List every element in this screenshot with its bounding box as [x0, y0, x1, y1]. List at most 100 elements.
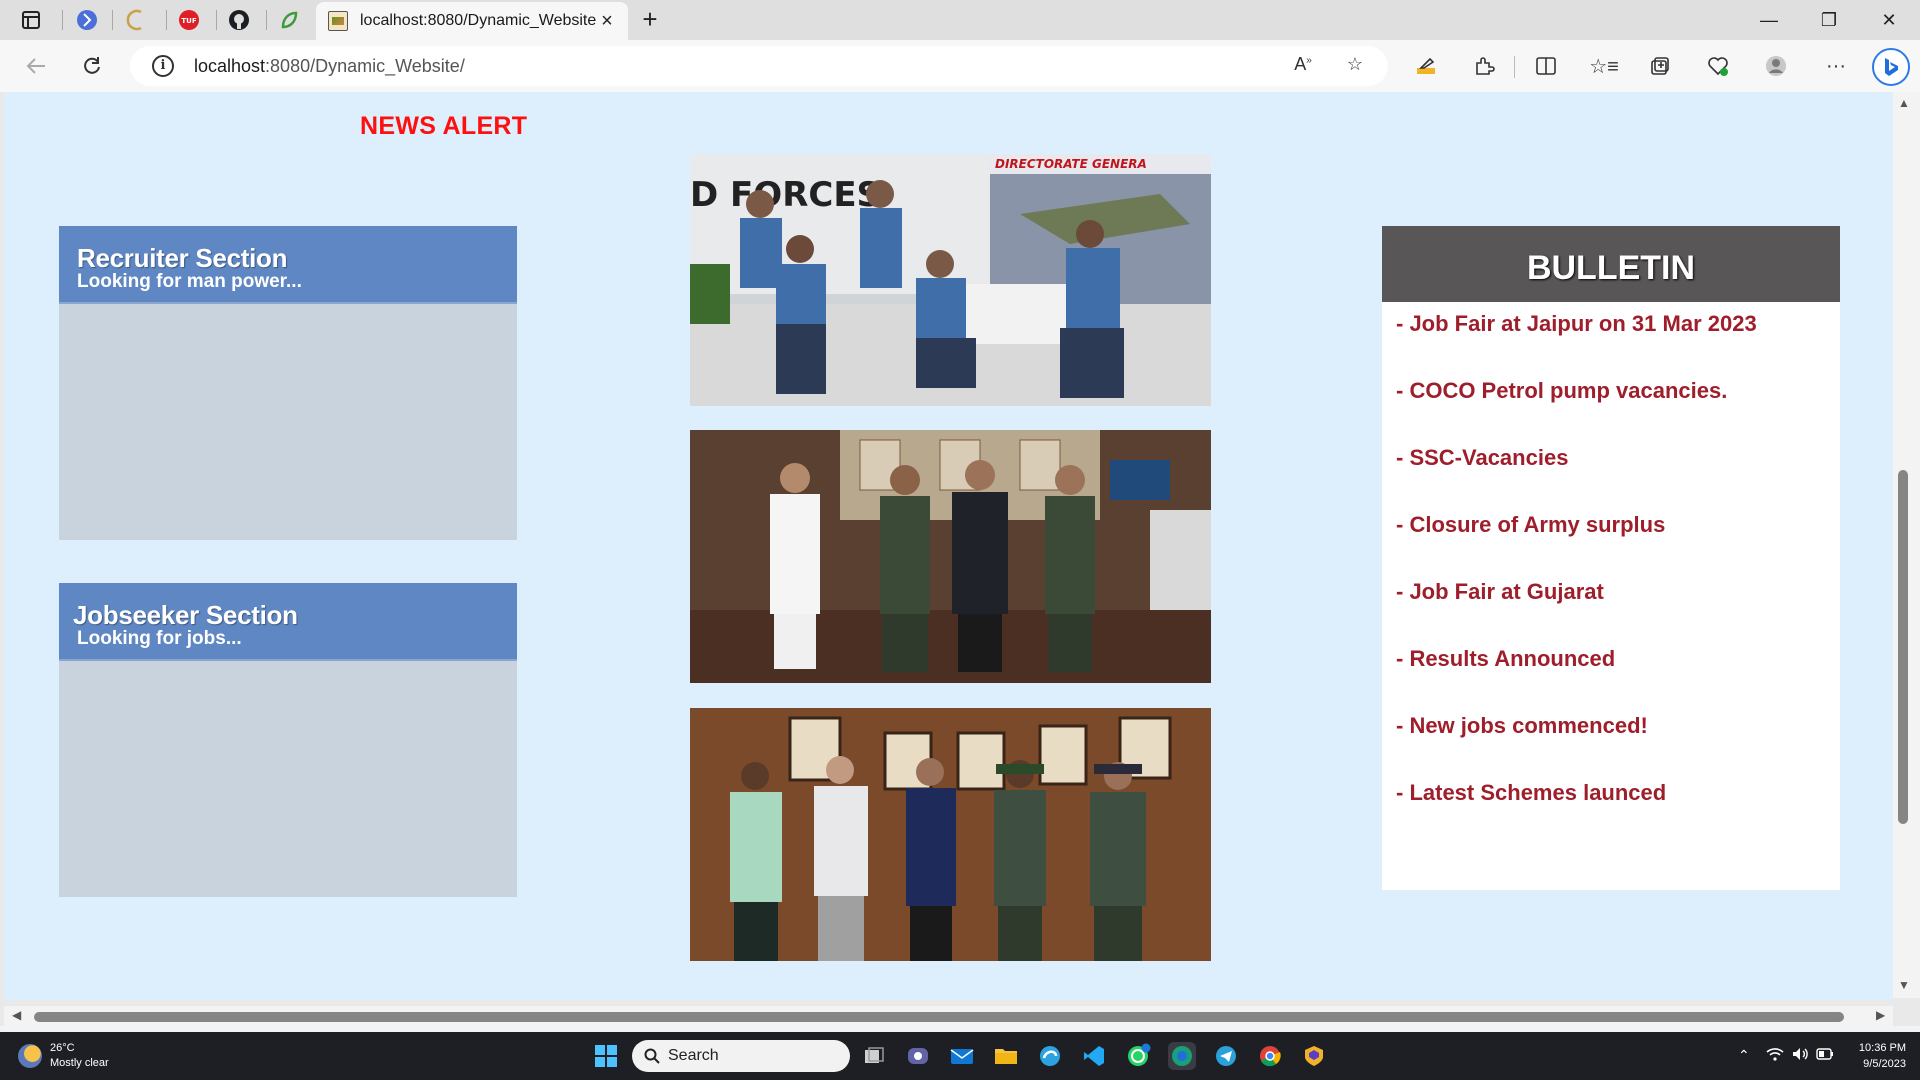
- horizontal-scroll-thumb[interactable]: [34, 1012, 1844, 1022]
- bulletin-item[interactable]: - Job Fair at Gujarat: [1396, 581, 1840, 649]
- jobseeker-section[interactable]: Jobseeker Section Looking for jobs...: [59, 583, 517, 897]
- favorites-list-icon[interactable]: ☆≡: [1588, 50, 1620, 82]
- scroll-right-arrow-icon[interactable]: ▶: [1876, 1008, 1885, 1022]
- jobseeker-section-title: Jobseeker Section: [73, 600, 298, 630]
- back-arrow-icon[interactable]: [20, 50, 52, 82]
- pinned-tab-loading-icon[interactable]: [122, 6, 152, 34]
- recruiter-section[interactable]: Recruiter Section Looking for man power.…: [59, 226, 517, 540]
- battery-icon[interactable]: [1816, 1047, 1834, 1063]
- weather-temp: 26°C: [50, 1042, 75, 1054]
- task-view-icon[interactable]: [860, 1042, 888, 1070]
- url-path: :8080/Dynamic_Website/: [265, 55, 465, 76]
- bulletin-item[interactable]: - New jobs commenced!: [1396, 715, 1840, 783]
- volume-icon[interactable]: [1792, 1047, 1810, 1064]
- favorite-star-icon[interactable]: ☆: [1342, 54, 1368, 78]
- toolbar-divider: [1514, 56, 1515, 78]
- pinned-tab-leaf-icon[interactable]: [274, 6, 304, 34]
- vertical-scrollbar[interactable]: ▲ ▼: [1893, 92, 1920, 998]
- minimize-button[interactable]: —: [1746, 6, 1792, 34]
- taskbar-search[interactable]: Search: [632, 1040, 850, 1072]
- scroll-down-arrow-icon[interactable]: ▼: [1897, 978, 1911, 992]
- new-tab-button[interactable]: +: [636, 6, 664, 34]
- show-hidden-icons-icon[interactable]: ⌃: [1738, 1047, 1750, 1064]
- teams-chat-icon[interactable]: [904, 1042, 932, 1070]
- bulletin-item[interactable]: - Results Announced: [1396, 648, 1840, 716]
- bulletin-item[interactable]: - Closure of Army surplus: [1396, 514, 1840, 582]
- shield-app-icon[interactable]: [1300, 1042, 1328, 1070]
- tab-close-button[interactable]: ×: [596, 10, 618, 33]
- site-favicon-icon: [328, 11, 348, 31]
- bulletin-item[interactable]: - Latest Schemes launced: [1396, 782, 1840, 850]
- settings-more-icon[interactable]: ···: [1820, 50, 1852, 82]
- edge-active-icon[interactable]: [1168, 1042, 1196, 1070]
- pinned-tab-github-icon[interactable]: [224, 6, 254, 34]
- tab-strip: TUF localhost:8080/Dynamic_Website/ × + …: [0, 0, 1920, 40]
- jobseeker-section-subtitle: Looking for jobs...: [77, 628, 242, 649]
- jobseeker-section-header[interactable]: Jobseeker Section Looking for jobs...: [59, 583, 517, 661]
- whatsapp-icon[interactable]: [1124, 1042, 1152, 1070]
- bulletin-title: BULLETIN: [1382, 226, 1840, 302]
- page-viewport: NEWS ALERT Recruiter Section Looking for…: [4, 92, 1893, 1000]
- photo-officers-group-portraits: [690, 708, 1211, 961]
- file-explorer-icon[interactable]: [992, 1042, 1020, 1070]
- pinned-tab-tuf-icon[interactable]: TUF: [174, 6, 204, 34]
- search-icon: [644, 1048, 660, 1064]
- read-aloud-icon[interactable]: A»: [1290, 54, 1316, 78]
- recruiter-section-title: Recruiter Section: [77, 243, 288, 273]
- telegram-icon[interactable]: [1212, 1042, 1240, 1070]
- bulletin-item[interactable]: - SSC-Vacancies: [1396, 447, 1840, 515]
- url-text[interactable]: localhost:8080/Dynamic_Website/: [194, 56, 465, 77]
- bulletin-panel: BULLETIN - Job Fair at Jaipur on 31 Mar …: [1382, 226, 1840, 890]
- recruiter-section-header[interactable]: Recruiter Section Looking for man power.…: [59, 226, 517, 304]
- url-host: localhost: [194, 55, 266, 76]
- browser-essentials-icon[interactable]: [1702, 50, 1734, 82]
- pen-edit-icon[interactable]: [1410, 50, 1442, 82]
- bulletin-item[interactable]: - Job Fair at Jaipur on 31 Mar 2023: [1396, 313, 1840, 381]
- search-placeholder: Search: [668, 1047, 719, 1064]
- tab-separator: [62, 10, 63, 30]
- edge-browser-icon[interactable]: [1036, 1042, 1064, 1070]
- tab-separator: [112, 10, 113, 30]
- photo-officers-office-meeting: [690, 430, 1211, 683]
- bulletin-item[interactable]: - COCO Petrol pump vacancies.: [1396, 380, 1840, 448]
- horizontal-scrollbar[interactable]: ◀ ▶: [4, 1006, 1893, 1026]
- tab-separator: [166, 10, 167, 30]
- scroll-up-arrow-icon[interactable]: ▲: [1897, 96, 1911, 110]
- taskbar: 26°C Mostly clear Search ⌃ 10:36 PM 9/5/…: [0, 1032, 1920, 1080]
- taskbar-clock[interactable]: 10:36 PM 9/5/2023: [1836, 1040, 1906, 1072]
- svg-text:D FORCES: D FORCES: [690, 175, 881, 215]
- tab-actions-icon[interactable]: [16, 6, 46, 34]
- clock-time: 10:36 PM: [1858, 1042, 1906, 1054]
- scroll-left-arrow-icon[interactable]: ◀: [12, 1008, 21, 1022]
- svg-text:TUF: TUF: [181, 17, 196, 25]
- bulletin-list: - Job Fair at Jaipur on 31 Mar 2023 - CO…: [1382, 302, 1840, 850]
- refresh-icon[interactable]: [76, 50, 108, 82]
- clock-date: 9/5/2023: [1863, 1058, 1906, 1070]
- profile-avatar-icon[interactable]: [1760, 50, 1792, 82]
- extensions-icon[interactable]: [1468, 50, 1500, 82]
- weather-desc: Mostly clear: [50, 1057, 109, 1069]
- vscode-icon[interactable]: [1080, 1042, 1108, 1070]
- windows-start-icon[interactable]: [592, 1042, 620, 1070]
- photo-aero-india-officers: DIRECTORATE GENERA D FORCES: [690, 154, 1211, 406]
- news-alert-heading: NEWS ALERT: [360, 112, 528, 140]
- tab-separator: [216, 10, 217, 30]
- wifi-icon[interactable]: [1766, 1047, 1784, 1064]
- recruiter-section-subtitle: Looking for man power...: [77, 271, 302, 292]
- address-bar[interactable]: i localhost:8080/Dynamic_Website/ A» ☆: [130, 46, 1388, 86]
- collections-icon[interactable]: [1644, 50, 1676, 82]
- browser-toolbar: i localhost:8080/Dynamic_Website/ A» ☆ ☆…: [0, 40, 1920, 92]
- active-tab[interactable]: localhost:8080/Dynamic_Website/ ×: [316, 2, 628, 40]
- split-screen-icon[interactable]: [1530, 50, 1562, 82]
- mail-icon[interactable]: [948, 1042, 976, 1070]
- bing-copilot-icon[interactable]: [1872, 48, 1910, 86]
- site-info-icon[interactable]: i: [152, 55, 174, 77]
- restore-button[interactable]: ❐: [1806, 6, 1852, 34]
- close-window-button[interactable]: ✕: [1866, 6, 1912, 34]
- vertical-scroll-thumb[interactable]: [1898, 470, 1908, 824]
- pinned-tab-perplexity-icon[interactable]: [72, 6, 102, 34]
- weather-widget[interactable]: 26°C Mostly clear: [18, 1041, 109, 1071]
- tab-title: localhost:8080/Dynamic_Website/: [360, 12, 596, 29]
- tab-separator: [266, 10, 267, 30]
- chrome-icon[interactable]: [1256, 1042, 1284, 1070]
